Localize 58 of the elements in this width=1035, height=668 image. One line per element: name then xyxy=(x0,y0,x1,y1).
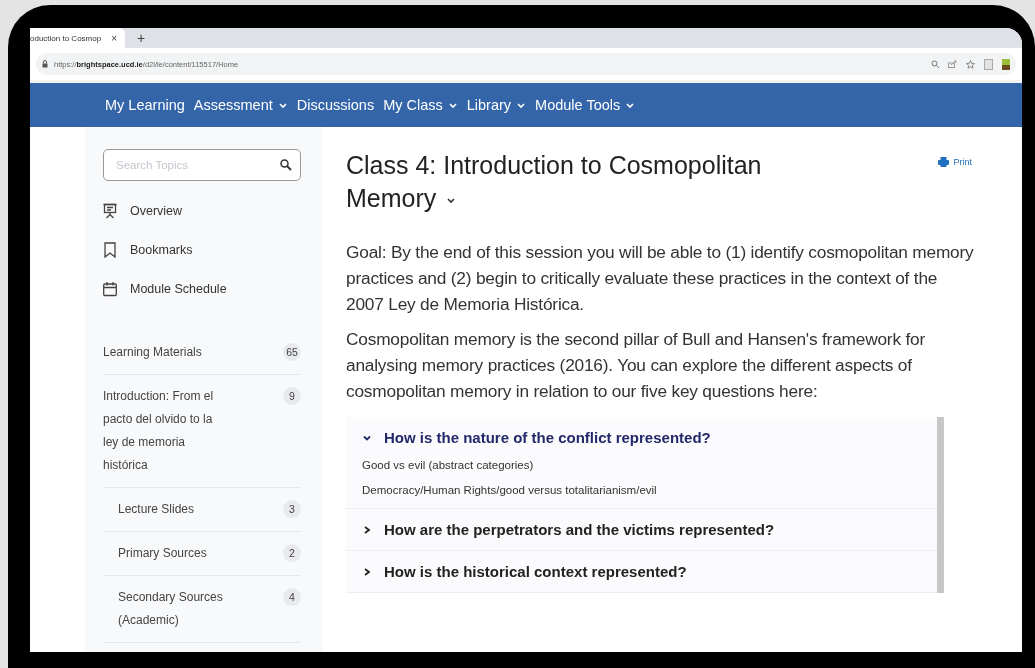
sidebar-item[interactable]: Secondary Sources (Academic) 4 xyxy=(103,576,301,643)
browser-tab[interactable]: oduction to Cosmop × xyxy=(30,28,125,48)
link-label: Primary Sources xyxy=(118,545,207,562)
zoom-icon[interactable] xyxy=(931,60,939,68)
page-title: Class 4: Introduction to Cosmopolitan Memory xyxy=(346,150,763,214)
paragraph: Cosmopolitan memory is the second pillar of Bull and Hansen's framework for analysing memory practices (2016). You can explore the different aspects of cosmopolitan memory in relation to our five key questions here: xyxy=(346,328,926,403)
bookmark-icon xyxy=(103,242,117,258)
link-label: Introduction: From el pacto del olvido to la ley de memoria histórica xyxy=(103,388,215,474)
nav-link[interactable]: My Learning xyxy=(105,97,185,113)
chevron-down-icon xyxy=(277,101,288,109)
link-label: Lecture Slides xyxy=(118,501,195,518)
sidebar-item[interactable]: Introduction: From el pacto del olvido to la ley de memoria histórica 9 xyxy=(103,375,301,488)
new-tab-button[interactable]: + xyxy=(133,30,150,46)
item-count: 4 xyxy=(283,588,301,606)
share-icon[interactable] xyxy=(948,60,957,68)
extension-icon[interactable] xyxy=(1002,58,1010,70)
paragraph: Goal: By the end of this session you will be able to (1) identify cosmopolitan memory practices and (2) begin to critically evaluate these practices in the context of the 2007 Ley de Memoria Histórica. xyxy=(346,241,974,316)
chevron-down-icon xyxy=(362,433,372,442)
sidebar-link[interactable]: Bookmarks xyxy=(103,242,301,258)
printer-icon xyxy=(938,157,950,167)
tab-close-button[interactable]: × xyxy=(111,32,117,44)
sidebar-link[interactable]: Module Schedule xyxy=(103,281,301,297)
chevron-down-icon xyxy=(447,101,458,109)
nav-link[interactable]: My Class xyxy=(383,97,458,113)
item-count: 2 xyxy=(283,544,301,562)
accordion-header[interactable]: How are the perpetrators and the victims represented? xyxy=(362,521,937,538)
item-count: 3 xyxy=(283,500,301,518)
presentation-icon xyxy=(103,203,117,219)
chevron-down-icon xyxy=(516,101,527,109)
search-icon[interactable] xyxy=(280,159,292,171)
sidebar-link[interactable]: Overview xyxy=(103,203,301,219)
search-field[interactable]: Search Topics xyxy=(103,149,301,181)
chevron-down-icon xyxy=(625,101,636,109)
nav-link[interactable]: Module Tools xyxy=(535,97,636,113)
nav-link[interactable]: Assessment xyxy=(193,97,288,113)
link-label: Learning Materials xyxy=(103,344,202,361)
accordion-header[interactable]: How is the nature of the conflict represented? xyxy=(362,429,937,446)
calendar-icon xyxy=(103,281,117,297)
nav-link[interactable]: Library xyxy=(466,97,527,113)
answer-text: Good vs evil (abstract categories) xyxy=(362,459,535,471)
lock-icon xyxy=(42,60,48,68)
chevron-right-icon xyxy=(362,566,372,577)
chevron-down-icon[interactable] xyxy=(446,196,457,205)
item-count: 65 xyxy=(283,343,301,361)
item-count: 9 xyxy=(283,387,301,405)
print-link[interactable]: Print xyxy=(938,157,972,167)
link-label: Secondary Sources (Academic) xyxy=(118,589,224,629)
document-icon[interactable] xyxy=(984,58,993,70)
chevron-right-icon xyxy=(362,524,372,535)
answer-text: Democracy/Human Rights/good versus totalitarianism/evil xyxy=(362,484,658,496)
tab-title: oduction to Cosmop xyxy=(30,33,102,43)
sidebar-item[interactable]: Primary Sources 2 xyxy=(103,532,301,576)
nav-link[interactable]: Discussions xyxy=(296,97,375,113)
accordion-header[interactable]: How is the historical context represented? xyxy=(362,563,937,580)
sidebar-item[interactable]: Learning Materials 65 xyxy=(103,331,301,375)
star-icon[interactable] xyxy=(966,59,975,69)
sidebar-item[interactable]: Lecture Slides 3 xyxy=(103,488,301,532)
scrollbar[interactable] xyxy=(937,417,944,593)
